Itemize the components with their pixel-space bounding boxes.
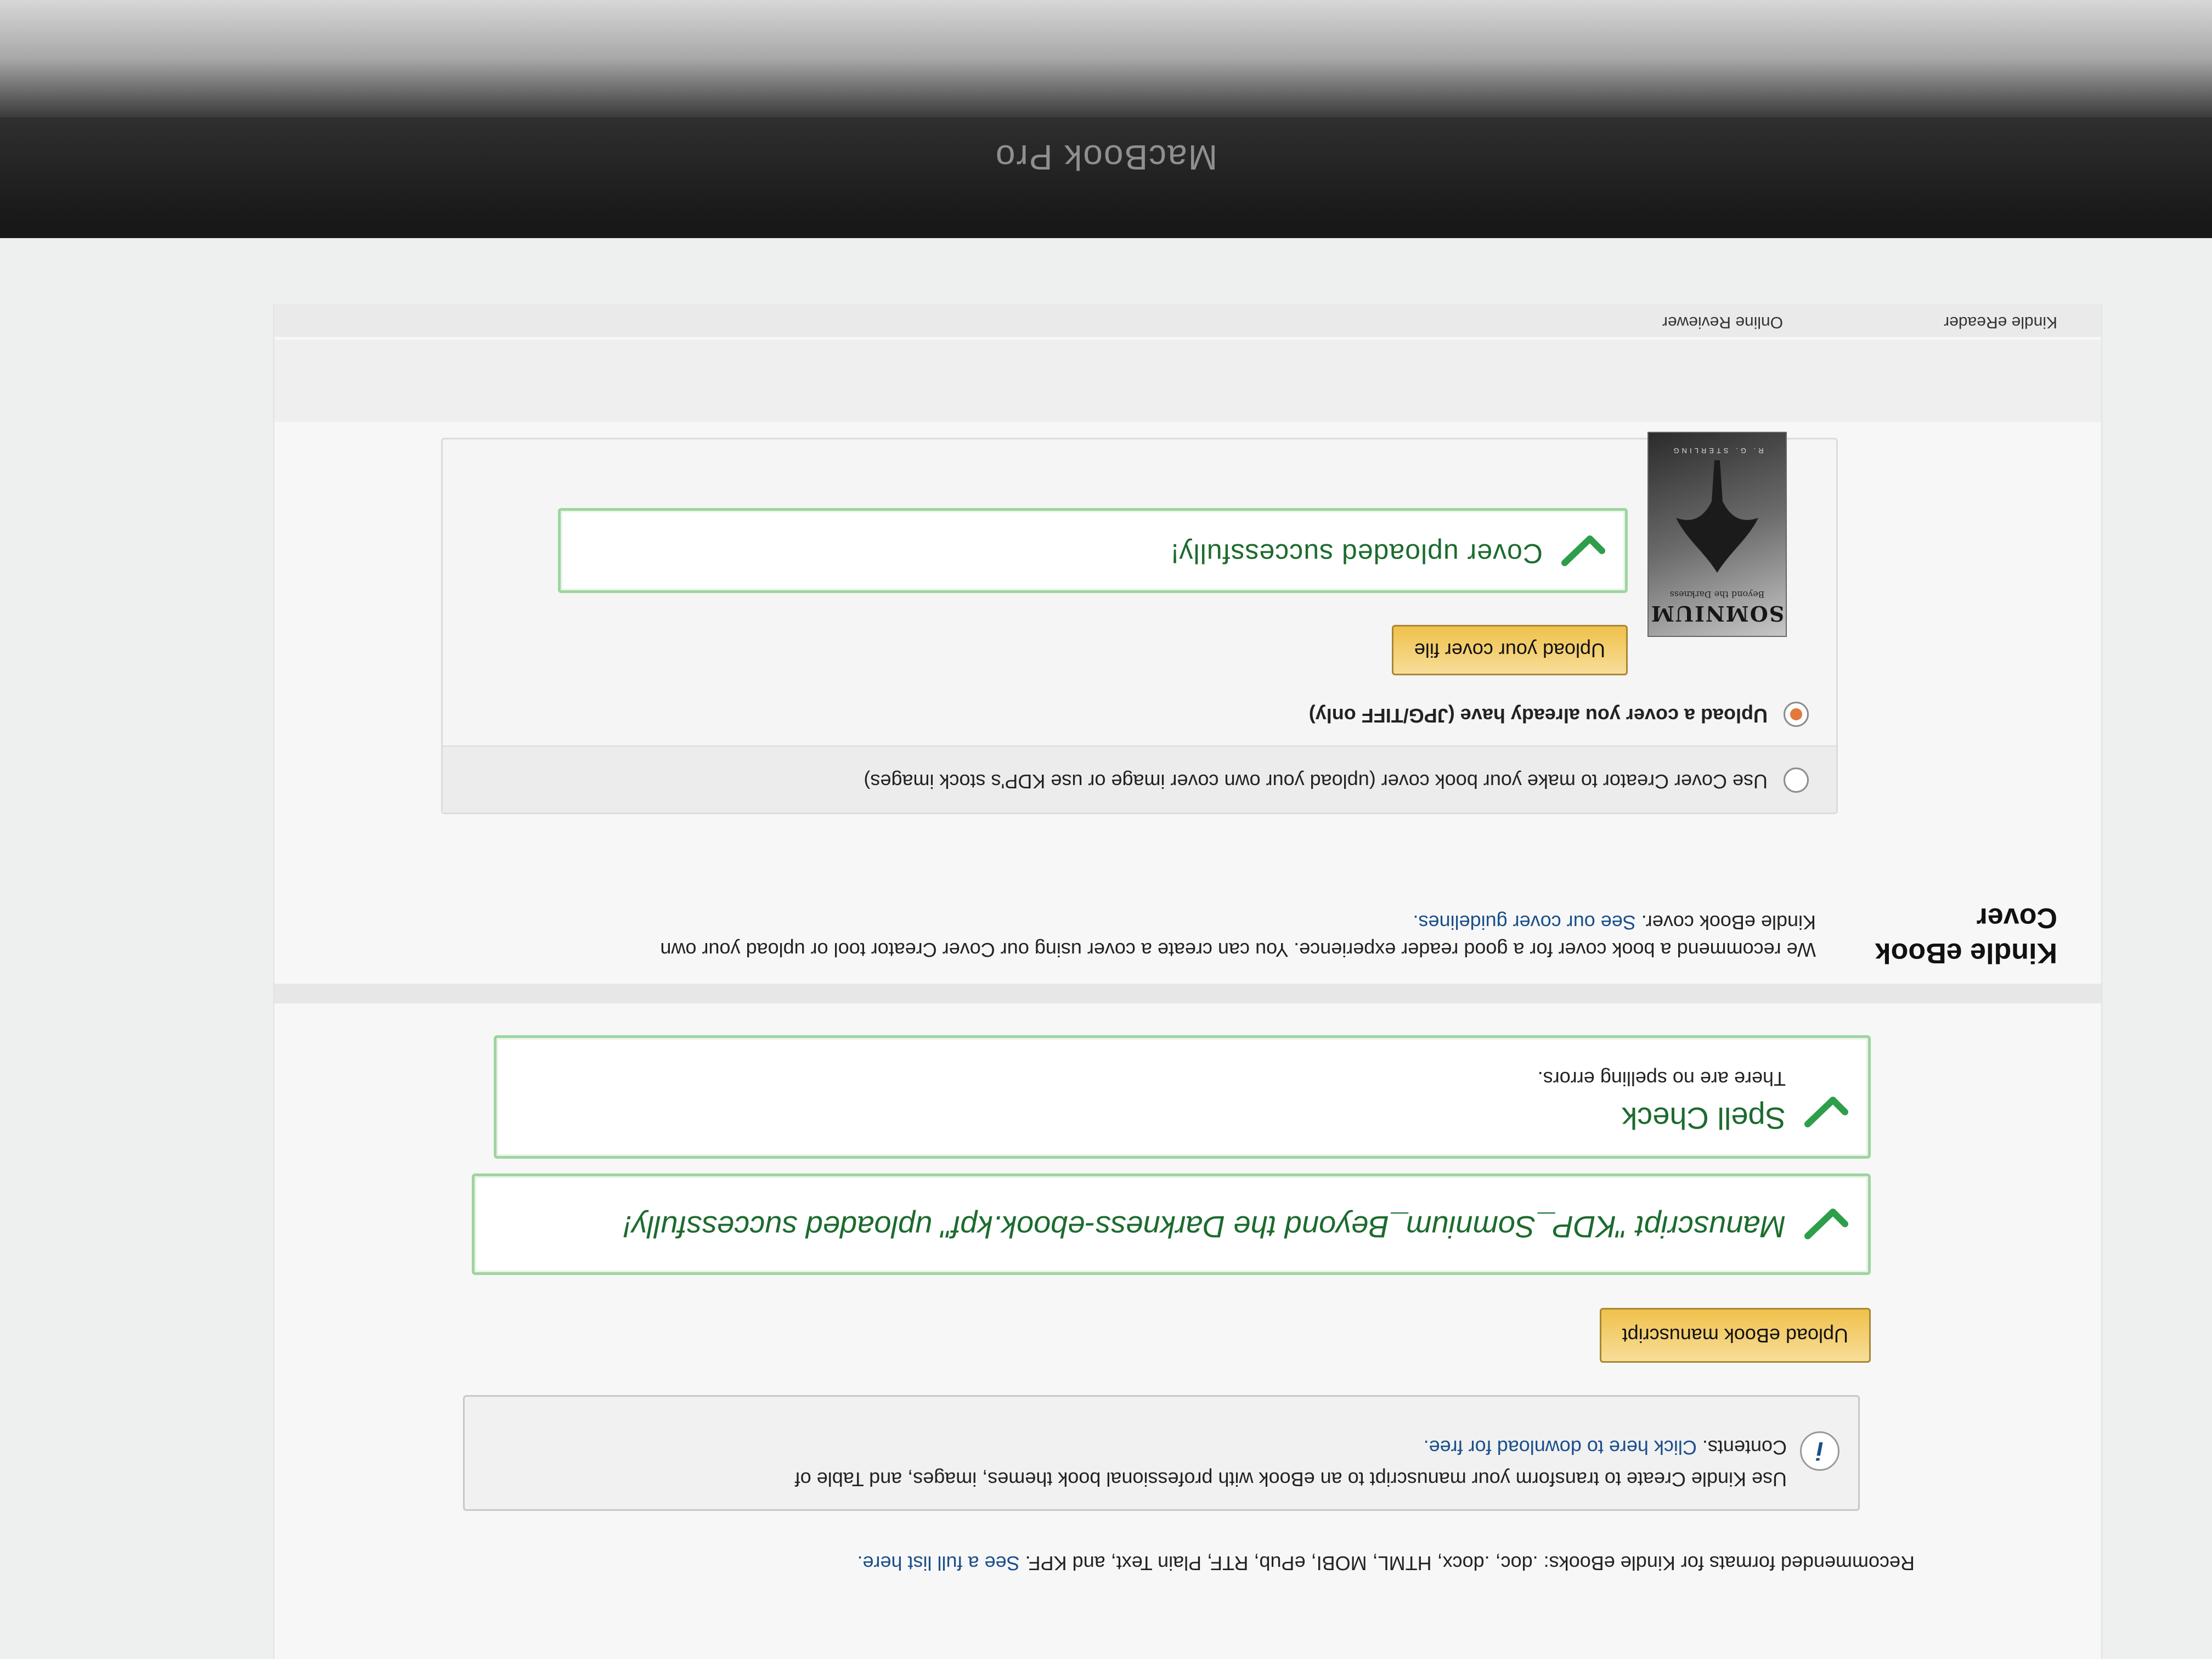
cover-creator-radio[interactable] xyxy=(1784,768,1809,793)
kindle-create-download-link[interactable]: Click here to download for free. xyxy=(1424,1436,1697,1459)
spell-check-title: Spell Check xyxy=(1622,1101,1786,1136)
tab-online-reviewer[interactable]: Online Reviewer xyxy=(1662,313,1783,331)
spell-check-box: Spell Check There are no spelling errors… xyxy=(494,1035,1871,1159)
laptop-screen: Recommended formats for Kindle eBooks: .… xyxy=(0,238,2212,1659)
cover-description-prefix: Kindle eBook cover. xyxy=(1641,911,1816,934)
formats-text: Recommended formats for Kindle eBooks: .… xyxy=(857,1549,1915,1577)
upload-cover-button[interactable]: Upload your cover file xyxy=(1391,625,1628,675)
manuscript-success-message: Manuscript "KDP_Somnium_Beyond the Darkn… xyxy=(623,1210,1786,1244)
cover-success-box: Cover uploaded successfully! xyxy=(558,508,1628,593)
cover-creator-option-row[interactable]: Use Cover Creator to make your book cove… xyxy=(443,746,1836,812)
upload-manuscript-button[interactable]: Upload eBook manuscript xyxy=(1599,1308,1871,1363)
info-line-2-prefix: Contents. xyxy=(1702,1436,1787,1459)
cover-guidelines-link[interactable]: See our cover guidelines. xyxy=(1413,911,1636,934)
background-shade xyxy=(0,0,2212,128)
preview-tabs-strip: Online Reviewer Kindle eReader xyxy=(274,304,2101,337)
check-icon xyxy=(1804,1097,1848,1127)
section-divider xyxy=(274,984,2101,1003)
cover-description-line-1: We recommend a book cover for a good rea… xyxy=(660,939,1816,961)
laptop-brand-label: MacBook Pro xyxy=(994,138,1218,177)
cover-description-line-2: Kindle eBook cover. See our cover guidel… xyxy=(1413,909,1816,936)
kindle-create-info-box: i Use Kindle Create to transform your ma… xyxy=(463,1395,1860,1511)
cover-section-title: Kindle eBook Cover xyxy=(1875,900,2057,970)
cover-section-title-line2: Cover xyxy=(1976,902,2057,934)
rotated-photo-scene: MacBook Pro Recommended formats for Kind… xyxy=(0,0,2212,1659)
cover-success-message: Cover uploaded successfully! xyxy=(1170,538,1543,569)
cover-section-title-line1: Kindle eBook xyxy=(1875,937,2057,969)
info-icon: i xyxy=(1800,1431,1839,1471)
cover-thumbnail-title: SOMNIUM xyxy=(1650,601,1785,626)
cover-creator-option-label[interactable]: Use Cover Creator to make your book cove… xyxy=(864,768,1768,795)
formats-full-list-link[interactable]: See a full list here. xyxy=(857,1552,1019,1575)
tab-kindle-ereader[interactable]: Kindle eReader xyxy=(1944,313,2057,331)
formats-description: Recommended formats for Kindle eBooks: .… xyxy=(1025,1552,1915,1575)
info-line-1: Use Kindle Create to transform your manu… xyxy=(794,1468,1787,1491)
cover-thumbnail-author: R. G. STERLING xyxy=(1671,447,1764,455)
cover-art-figure xyxy=(1676,460,1758,573)
lower-section-band xyxy=(274,340,2101,422)
manuscript-success-box: Manuscript "KDP_Somnium_Beyond the Darkn… xyxy=(472,1173,1871,1275)
upload-cover-option-label[interactable]: Upload a cover you already have (JPG/TIF… xyxy=(1309,702,1768,729)
info-line-2: Contents. Click here to download for fre… xyxy=(1424,1434,1787,1461)
cover-thumbnail: SOMNIUM Beyond the Darkness R. G. STERLI… xyxy=(1647,432,1787,637)
cover-thumbnail-subtitle: Beyond the Darkness xyxy=(1669,589,1765,600)
check-icon xyxy=(1804,1209,1848,1239)
check-icon xyxy=(1561,535,1605,566)
cover-options-panel: Use Cover Creator to make your book cove… xyxy=(441,432,1838,814)
spell-check-detail: There are no spelling errors. xyxy=(1537,1068,1786,1090)
upload-cover-radio[interactable] xyxy=(1784,702,1809,727)
kdp-content-page: Recommended formats for Kindle eBooks: .… xyxy=(273,304,2102,1659)
